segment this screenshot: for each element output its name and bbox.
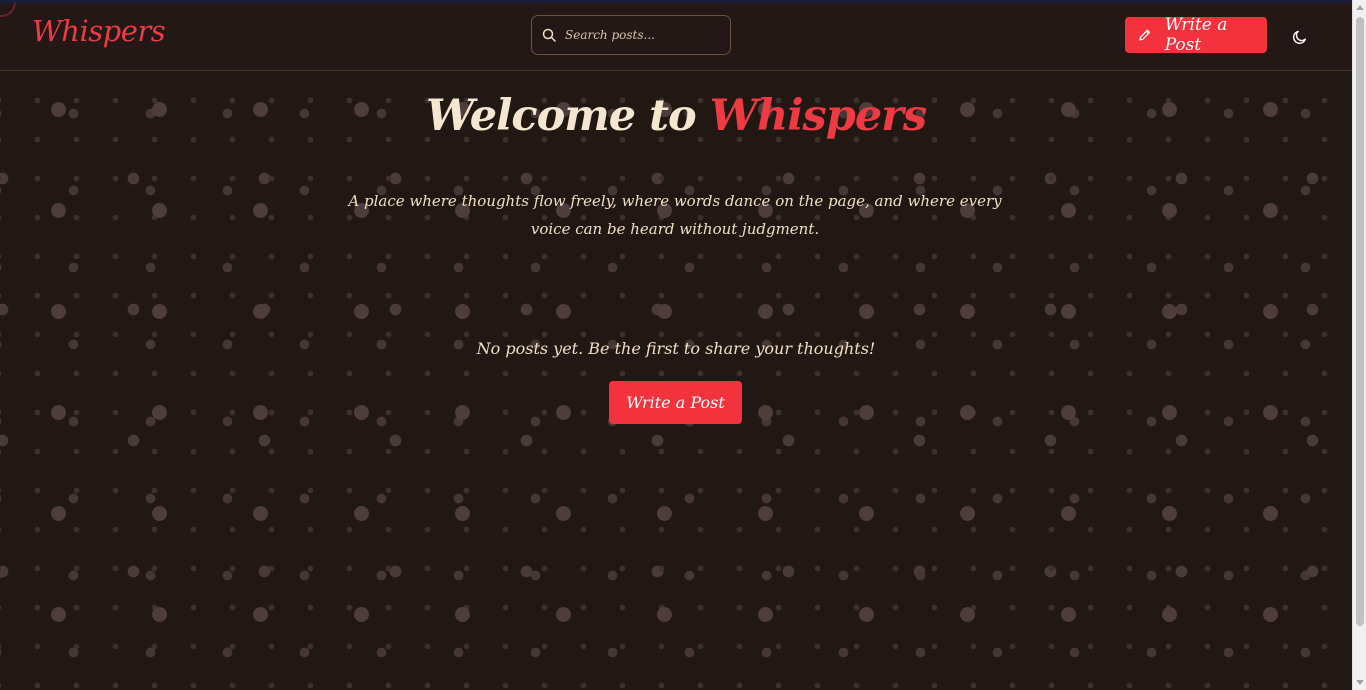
- search-icon: [542, 28, 556, 42]
- scrollbar-thumb[interactable]: [1356, 17, 1364, 626]
- moon-icon: [1292, 30, 1306, 44]
- brand-logo[interactable]: Whispers: [32, 14, 166, 48]
- hero-title-accent: Whispers: [709, 91, 927, 141]
- search-input[interactable]: [563, 27, 723, 43]
- app-viewport: Whispers Write a Post Welcome to Whispe: [0, 0, 1352, 690]
- theme-toggle-button[interactable]: [1290, 27, 1310, 47]
- pencil-icon: [1139, 29, 1151, 41]
- hero-title-prefix: Welcome to: [425, 91, 697, 141]
- hero-title: Welcome to Whispers: [0, 91, 1352, 141]
- empty-state-message: No posts yet. Be the first to share your…: [476, 339, 876, 358]
- scroll-down-icon[interactable]: [1356, 680, 1364, 685]
- hero-subtitle: A place where thoughts flow freely, wher…: [348, 192, 1002, 238]
- vertical-scrollbar[interactable]: [1352, 0, 1366, 690]
- top-navbar: Whispers Write a Post: [0, 3, 1352, 71]
- write-post-label: Write a Post: [1164, 15, 1228, 55]
- empty-state-write-button[interactable]: Write a Post: [609, 381, 742, 424]
- scroll-up-icon[interactable]: [1356, 5, 1364, 10]
- write-post-button[interactable]: Write a Post: [1125, 15, 1267, 55]
- search-box[interactable]: [531, 15, 731, 55]
